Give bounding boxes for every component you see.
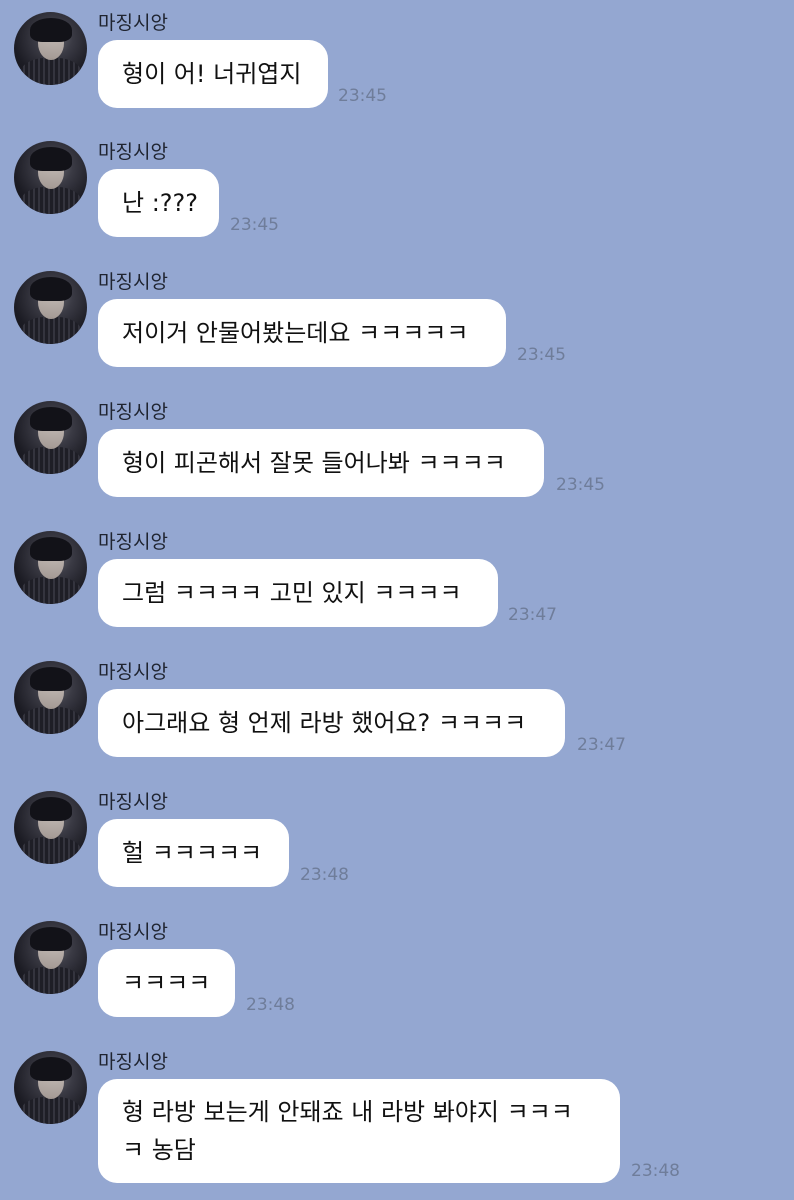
sender-name: 마징시앙 <box>98 661 168 683</box>
message-time: 23:48 <box>246 995 295 1015</box>
sender-avatar[interactable] <box>14 531 87 604</box>
message-time: 23:45 <box>517 345 566 365</box>
message-bubble[interactable]: 형이 어! 너귀엽지 <box>98 40 328 108</box>
sender-avatar[interactable] <box>14 791 87 864</box>
sender-name: 마징시앙 <box>98 271 168 293</box>
message-time: 23:48 <box>300 865 349 885</box>
message-time: 23:45 <box>556 475 605 495</box>
message-time: 23:45 <box>230 215 279 235</box>
message-bubble[interactable]: 그럼 ㅋㅋㅋㅋ 고민 있지 ㅋㅋㅋㅋ <box>98 559 498 627</box>
sender-avatar[interactable] <box>14 12 87 85</box>
sender-avatar[interactable] <box>14 921 87 994</box>
message-bubble[interactable]: 난 :??? <box>98 169 219 237</box>
message-bubble[interactable]: 저이거 안물어봤는데요 ㅋㅋㅋㅋㅋ <box>98 299 506 367</box>
message-line: 형 라방 보는게 안돼죠 내 라방 봐야지 ㅋㅋㅋ <box>122 1098 573 1126</box>
sender-avatar[interactable] <box>14 141 87 214</box>
message-time: 23:47 <box>508 605 557 625</box>
sender-name: 마징시앙 <box>98 791 168 813</box>
sender-avatar[interactable] <box>14 401 87 474</box>
sender-name: 마징시앙 <box>98 921 168 943</box>
sender-name: 마징시앙 <box>98 12 168 34</box>
message-bubble[interactable]: 형이 피곤해서 잘못 들어나봐 ㅋㅋㅋㅋ <box>98 429 544 497</box>
sender-name: 마징시앙 <box>98 1051 168 1073</box>
sender-avatar[interactable] <box>14 271 87 344</box>
sender-name: 마징시앙 <box>98 401 168 423</box>
message-bubble[interactable]: ㅋㅋㅋㅋ <box>98 949 235 1017</box>
message-time: 23:45 <box>338 86 387 106</box>
sender-name: 마징시앙 <box>98 531 168 553</box>
message-bubble[interactable]: 헐 ㅋㅋㅋㅋㅋ <box>98 819 289 887</box>
message-line: ㅋ 농담 <box>122 1136 196 1164</box>
message-bubble[interactable]: 아그래요 형 언제 라방 했어요? ㅋㅋㅋㅋ <box>98 689 565 757</box>
message-bubble[interactable]: 형 라방 보는게 안돼죠 내 라방 봐야지 ㅋㅋㅋ ㅋ 농담 <box>98 1079 620 1183</box>
sender-avatar[interactable] <box>14 661 87 734</box>
message-time: 23:47 <box>577 735 626 755</box>
message-time: 23:48 <box>631 1161 680 1181</box>
chat-area[interactable]: 마징시앙 형이 어! 너귀엽지 23:45 마징시앙 난 :??? 23:45 … <box>0 0 794 1200</box>
sender-avatar[interactable] <box>14 1051 87 1124</box>
sender-name: 마징시앙 <box>98 141 168 163</box>
